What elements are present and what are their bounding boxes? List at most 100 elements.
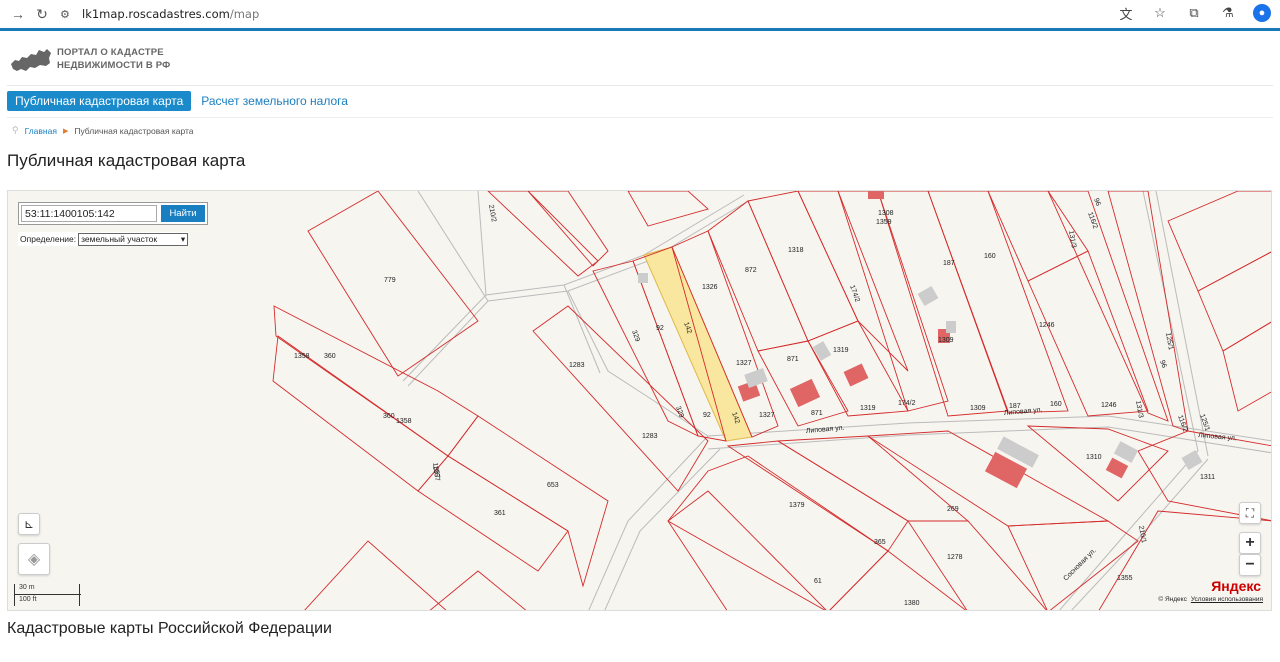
parcel-label: 871 — [811, 410, 823, 417]
parcel-label: 1357 — [431, 462, 441, 479]
yandex-logo[interactable]: Яндекс — [1211, 578, 1261, 594]
cut-off-content — [7, 652, 1273, 662]
nav-tab-land-tax[interactable]: Расчет земельного налога — [201, 94, 348, 108]
parcel-label: 779 — [384, 277, 396, 284]
bookmark-star-icon[interactable]: ☆ — [1148, 3, 1172, 23]
parcel-label: 365 — [874, 539, 886, 546]
parcel-label: 1358 — [294, 353, 310, 360]
parcel-label: 116/2 — [1176, 414, 1188, 432]
parcel-label: 1355 — [1117, 575, 1133, 582]
logo-line1: ПОРТАЛ О КАДАСТРЕ — [57, 47, 164, 58]
translate-icon[interactable]: 文 — [1114, 3, 1138, 23]
zoom-out-button[interactable]: − — [1239, 554, 1261, 576]
profile-avatar[interactable]: ● — [1250, 3, 1274, 23]
parcel-label: 1278 — [947, 554, 963, 561]
definition-select[interactable]: земельный участок ▾ — [78, 232, 189, 246]
url-host: lk1map.roscadastres.com — [82, 7, 230, 21]
parcel-label: 1309 — [938, 337, 954, 344]
parcel-label: 1359 — [876, 219, 892, 226]
definition-label: Определение: — [20, 234, 77, 244]
browser-toolbar: → ↻ ⚙ lk1map.roscadastres.com/map 文 ☆ ⧉ … — [0, 0, 1280, 28]
cadastral-map[interactable]: 779 1358 360 360 1358 1357 361 1357 653 1283 1283 3… — [7, 190, 1272, 611]
parcel-label: 329 — [630, 329, 641, 342]
parcel-label: 174/2 — [848, 284, 861, 303]
parcel-label: 1319 — [860, 405, 876, 412]
layers-icon: ◈ — [27, 551, 41, 568]
parcel-label: 1379 — [789, 502, 805, 509]
breadcrumb-home[interactable]: Главная — [25, 126, 57, 136]
breadcrumb-current: Публичная кадастровая карта — [74, 125, 194, 136]
parcel-label: 116/2 — [1086, 211, 1098, 229]
parcel-label: Липовая ул. — [1198, 432, 1237, 442]
forward-icon[interactable]: → — [6, 3, 30, 25]
parcel-label: 1358 — [396, 418, 412, 425]
parcel-label: 131/3 — [1134, 400, 1144, 419]
parcel-label: 92 — [703, 412, 711, 419]
breadcrumb: ⚲ Главная ▶ Публичная кадастровая карта — [12, 125, 194, 136]
divider — [7, 117, 1273, 118]
chevron-down-icon: ▾ — [180, 233, 186, 244]
parcel-label: 1327 — [736, 360, 752, 367]
parcel-label: 1309 — [970, 405, 986, 412]
scale-feet: 100 ft — [19, 596, 37, 603]
parcel-label: 361 — [494, 510, 506, 517]
parcel-label: 1326 — [702, 284, 718, 291]
map-scale: 30 m 100 ft — [14, 584, 81, 606]
fullscreen-button[interactable]: ⛶ — [1239, 502, 1261, 524]
location-pin-icon: ⚲ — [12, 125, 19, 135]
extensions-icon[interactable]: ⧉ — [1182, 3, 1206, 23]
parcel-label: 1246 — [1101, 402, 1117, 409]
copyright-text: © Яндекс — [1158, 596, 1187, 603]
parcel-label: 160 — [984, 253, 996, 260]
parcel-label: 1311 — [1200, 474, 1215, 481]
cadastral-number-input[interactable] — [21, 205, 157, 222]
fullscreen-icon: ⛶ — [1245, 505, 1255, 520]
page-title: Публичная кадастровая карта — [7, 151, 246, 170]
russia-map-icon — [11, 49, 51, 71]
ruler-button[interactable]: ⊾ — [18, 513, 40, 535]
find-button[interactable]: Найти — [161, 205, 205, 222]
parcel-label: 125/1 — [1198, 413, 1211, 432]
site-logo[interactable]: ПОРТАЛ О КАДАСТРЕ НЕДВИЖИМОСТИ В РФ — [9, 44, 171, 74]
parcel-label: 1318 — [788, 247, 804, 254]
minus-icon: − — [1245, 556, 1255, 573]
map-copyright: © Яндекс Условия использования — [1158, 596, 1263, 603]
section-title: Кадастровые карты Российской Федерации — [7, 620, 332, 637]
parcel-label: 187 — [943, 260, 955, 267]
parcel-label: 1310 — [1086, 454, 1102, 461]
plus-icon: + — [1245, 534, 1255, 551]
site-settings-icon[interactable]: ⚙ — [60, 8, 76, 21]
scale-meters: 30 m — [19, 584, 35, 591]
parcel-label: 174/2 — [898, 400, 916, 407]
address-bar[interactable]: ⚙ lk1map.roscadastres.com/map — [60, 3, 259, 25]
parcel-label: 1283 — [569, 362, 585, 369]
parcel-label: 125/1 — [1164, 332, 1174, 351]
parcel-label: Липовая ул. — [806, 425, 845, 435]
parcel-label: 329 — [674, 405, 685, 418]
parcel-label: 96 — [1158, 359, 1167, 369]
parcel-label: 871 — [787, 356, 799, 363]
reload-icon[interactable]: ↻ — [30, 3, 54, 25]
definition-select-value: земельный участок — [81, 234, 158, 244]
parcel-label: 360 — [324, 353, 336, 360]
parcel-label: 269 — [947, 506, 959, 513]
accent-line — [0, 28, 1280, 31]
terms-link[interactable]: Условия использования — [1191, 596, 1263, 603]
parcel-label: 92 — [656, 325, 664, 332]
parcel-label: 1319 — [833, 347, 849, 354]
parcel-label: 653 — [547, 482, 559, 489]
lab-icon[interactable]: ⚗ — [1216, 3, 1240, 23]
parcel-label: 1308 — [878, 210, 894, 217]
parcel-label: 1327 — [759, 412, 775, 419]
logo-line2: НЕДВИЖИМОСТИ В РФ — [57, 60, 171, 71]
parcel-label: 872 — [745, 267, 757, 274]
ruler-icon: ⊾ — [23, 517, 35, 531]
layers-button[interactable]: ◈ — [18, 543, 50, 575]
zoom-in-button[interactable]: + — [1239, 532, 1261, 554]
parcel-label: 1380 — [904, 600, 920, 607]
map-canvas[interactable]: 7791358 360360135813573611357653128312833… — [8, 191, 1272, 611]
breadcrumb-arrow-icon: ▶ — [62, 127, 69, 135]
nav-tab-cadastral-map[interactable]: Публичная кадастровая карта — [7, 91, 192, 111]
definition-row: Определение: земельный участок ▾ — [18, 232, 189, 246]
parcel-label: 360 — [383, 413, 395, 420]
